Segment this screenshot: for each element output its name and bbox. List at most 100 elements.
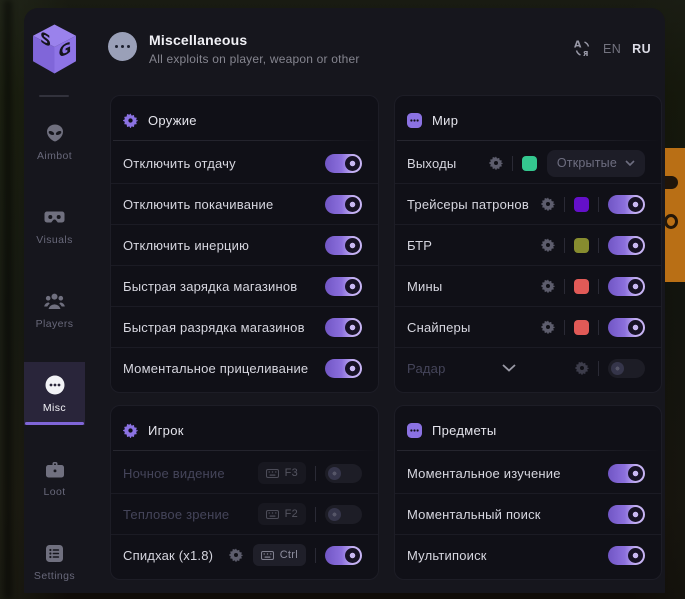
feature-label: Быстрая зарядка магазинов xyxy=(123,279,297,294)
settings-list-icon xyxy=(44,542,66,564)
chevron-down-icon[interactable] xyxy=(502,364,516,372)
language-en-button[interactable]: EN xyxy=(603,42,621,56)
feature-label: Трейсеры патронов xyxy=(407,197,529,212)
keyboard-icon xyxy=(261,551,274,560)
language-ru-button[interactable]: RU xyxy=(632,42,651,56)
feature-row: Тепловое зрение F2 xyxy=(111,493,378,534)
toggle-switch[interactable] xyxy=(325,195,362,214)
exits-dropdown[interactable]: Открытые xyxy=(547,150,645,177)
section-title: Оружие xyxy=(148,113,197,128)
sidebar-item-settings[interactable]: Settings xyxy=(24,530,85,593)
page-subtitle: All exploits on player, weapon or other xyxy=(149,52,360,66)
sidebar-item-label: Players xyxy=(36,318,74,330)
feature-label: Спидхак (x1.8) xyxy=(123,548,213,563)
feature-row: Ночное видение F3 xyxy=(111,453,378,493)
toggle-switch[interactable] xyxy=(325,236,362,255)
gear-icon[interactable] xyxy=(229,548,243,562)
feature-row: Трейсеры патронов xyxy=(395,183,661,224)
toggle-switch[interactable] xyxy=(608,464,645,483)
keyboard-icon xyxy=(266,469,279,478)
feature-row: Моментальное изучение xyxy=(395,453,661,493)
sidebar-item-players[interactable]: Players xyxy=(24,278,85,341)
sidebar-item-misc[interactable]: Misc xyxy=(24,362,85,425)
feature-label: Моментальное прицеливание xyxy=(123,361,308,376)
toggle-switch[interactable] xyxy=(325,464,362,483)
section-title: Игрок xyxy=(148,423,184,438)
dropdown-value: Открытые xyxy=(557,156,617,170)
toggle-switch[interactable] xyxy=(608,277,645,296)
keybind-badge[interactable]: F3 xyxy=(258,462,306,484)
toggle-switch[interactable] xyxy=(325,359,362,378)
keybind-label: F2 xyxy=(285,508,298,520)
section-title: Предметы xyxy=(432,423,497,438)
feature-label: Радар xyxy=(407,361,446,376)
feature-row: Моментальный поиск xyxy=(395,493,661,534)
cheat-menu-window: S G Aimbot Visuals xyxy=(24,8,665,593)
gear-icon xyxy=(123,113,138,128)
divider xyxy=(315,466,316,481)
divider xyxy=(113,450,378,451)
feature-label: БТР xyxy=(407,238,432,253)
svg-text:A: A xyxy=(574,40,582,51)
sg-logo: S G xyxy=(32,23,77,75)
divider xyxy=(397,450,661,451)
feature-label: Отключить отдачу xyxy=(123,156,236,171)
toggle-switch[interactable] xyxy=(325,505,362,524)
gear-icon[interactable] xyxy=(541,238,555,252)
misc-page-icon xyxy=(108,32,137,61)
toggle-switch[interactable] xyxy=(608,546,645,565)
feature-row: Быстрая разрядка магазинов xyxy=(111,306,378,347)
feature-label: Выходы xyxy=(407,156,456,171)
toggle-switch[interactable] xyxy=(608,359,645,378)
keybind-badge[interactable]: Ctrl xyxy=(253,544,306,566)
color-swatch[interactable] xyxy=(574,320,589,335)
sidebar-item-loot[interactable]: Loot xyxy=(24,446,85,509)
svg-text:я: я xyxy=(583,49,588,58)
main-content: Оружие Отключить отдачу Отключить покачи… xyxy=(85,95,665,593)
toggle-switch[interactable] xyxy=(608,318,645,337)
color-swatch[interactable] xyxy=(574,279,589,294)
feature-label: Отключить покачивание xyxy=(123,197,273,212)
gear-icon[interactable] xyxy=(541,279,555,293)
feature-row: Отключить инерцию xyxy=(111,224,378,265)
feature-label: Ночное видение xyxy=(123,466,225,481)
game-background-orange-strip xyxy=(662,148,685,282)
feature-label: Отключить инерцию xyxy=(123,238,249,253)
feature-label: Моментальный поиск xyxy=(407,507,541,522)
toggle-switch[interactable] xyxy=(325,546,362,565)
feature-row: Снайперы xyxy=(395,306,661,347)
world-card: Мир Выходы Открытые xyxy=(394,95,662,393)
feature-label: Тепловое зрение xyxy=(123,507,229,522)
feature-label: Мультипоиск xyxy=(407,548,487,563)
gear-icon[interactable] xyxy=(575,361,589,375)
gear-icon xyxy=(123,423,138,438)
gear-icon[interactable] xyxy=(541,197,555,211)
gear-icon[interactable] xyxy=(541,320,555,334)
sidebar-item-aimbot[interactable]: Aimbot xyxy=(24,110,85,173)
divider xyxy=(598,361,599,376)
more-square-icon xyxy=(407,423,422,438)
feature-row: Моментальное прицеливание xyxy=(111,347,378,388)
feature-row: Мины xyxy=(395,265,661,306)
feature-label: Моментальное изучение xyxy=(407,466,561,481)
color-swatch[interactable] xyxy=(522,156,537,171)
color-swatch[interactable] xyxy=(574,197,589,212)
toggle-switch[interactable] xyxy=(325,318,362,337)
sidebar-item-visuals[interactable]: Visuals xyxy=(24,194,85,257)
keybind-badge[interactable]: F2 xyxy=(258,503,306,525)
more-square-icon xyxy=(407,113,422,128)
divider xyxy=(598,279,599,294)
toggle-switch[interactable] xyxy=(325,154,362,173)
gear-icon[interactable] xyxy=(489,156,503,170)
sidebar-item-label: Settings xyxy=(34,570,75,582)
weapon-card: Оружие Отключить отдачу Отключить покачи… xyxy=(110,95,379,393)
toggle-switch[interactable] xyxy=(325,277,362,296)
sidebar-nav: Aimbot Visuals Players xyxy=(24,110,85,599)
divider xyxy=(598,197,599,212)
toggle-switch[interactable] xyxy=(608,505,645,524)
items-card: Предметы Моментальное изучение Моменталь… xyxy=(394,405,662,580)
toggle-switch[interactable] xyxy=(608,195,645,214)
color-swatch[interactable] xyxy=(574,238,589,253)
section-title: Мир xyxy=(432,113,458,128)
toggle-switch[interactable] xyxy=(608,236,645,255)
